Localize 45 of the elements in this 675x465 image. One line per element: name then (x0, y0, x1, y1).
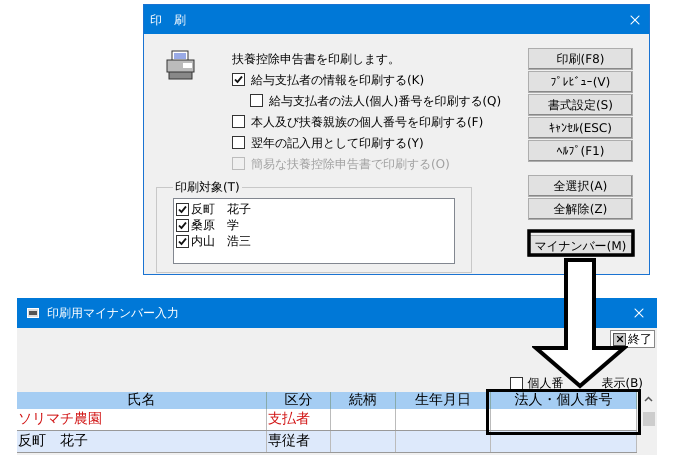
window-title: 印刷用マイナンバー入力 (47, 305, 179, 322)
column-header[interactable]: 氏名 (17, 392, 267, 409)
checkbox[interactable] (176, 202, 189, 216)
checkbox[interactable] (232, 136, 245, 149)
printer-icon (166, 50, 196, 81)
option-label: 簡易な扶養控除申告書で印刷する(O) (251, 156, 450, 172)
checkbox[interactable] (232, 73, 245, 86)
column-header[interactable]: 生年月日 (396, 392, 491, 409)
checkbox-label: 個人番 (527, 375, 564, 392)
close-icon (613, 332, 626, 346)
column-header[interactable]: 区分 (267, 392, 331, 409)
option-label: 翌年の記入用として印刷する(Y) (251, 134, 424, 152)
dialog-button[interactable]: 印刷(F8) (528, 48, 633, 70)
option-label: 本人及び扶養親族の個人番号を印刷する(F) (251, 114, 484, 130)
group-label: 印刷対象(T) (174, 179, 241, 196)
column-header[interactable]: 続柄 (331, 392, 396, 409)
dialog-button[interactable]: 全解除(Z) (528, 198, 633, 220)
option-label: 給与支払者の法人(個人)番号を印刷する(Q) (269, 92, 502, 110)
table-cell: ソリマチ農園 (17, 409, 267, 430)
column-header[interactable]: 法人・個人番号 (491, 392, 637, 409)
table-cell: 専従者 (267, 431, 331, 452)
dialog-button[interactable]: 書式設定(S) (528, 94, 633, 116)
dialog-button[interactable]: 全選択(A) (528, 175, 633, 197)
list-item[interactable]: 内山 浩三 (191, 232, 251, 250)
check-icon (234, 75, 243, 84)
dialog-button[interactable]: ﾌﾟﾚﾋﾞｭｰ(V) (528, 71, 633, 93)
dialog-button[interactable]: ｷｬﾝｾﾙ(ESC) (528, 117, 633, 139)
list-item[interactable]: 反町 花子 (191, 200, 251, 218)
scroll-up-icon[interactable] (644, 396, 653, 402)
checkbox[interactable] (250, 94, 263, 107)
checkbox[interactable] (232, 115, 245, 128)
checkbox[interactable] (176, 218, 189, 232)
table-cell: 支払者 (267, 409, 331, 430)
list-item[interactable]: 桑原 学 (191, 216, 239, 234)
message-text: 扶養控除申告書を印刷します。 (232, 50, 401, 68)
scroll-thumb[interactable] (643, 412, 655, 426)
checkbox[interactable] (176, 234, 189, 248)
dialog-button[interactable]: ﾍﾙﾌﾟ(F1) (528, 140, 633, 162)
checkbox-label: 表示(B) (601, 375, 643, 392)
window-title: 印 刷 (150, 12, 186, 28)
table-cell: 反町 花子 (17, 431, 267, 452)
app-icon (27, 308, 39, 318)
exit-button[interactable]: 終了 (610, 330, 655, 348)
option-label: 給与支払者の情報を印刷する(K) (251, 72, 424, 88)
checkbox[interactable] (510, 376, 524, 390)
